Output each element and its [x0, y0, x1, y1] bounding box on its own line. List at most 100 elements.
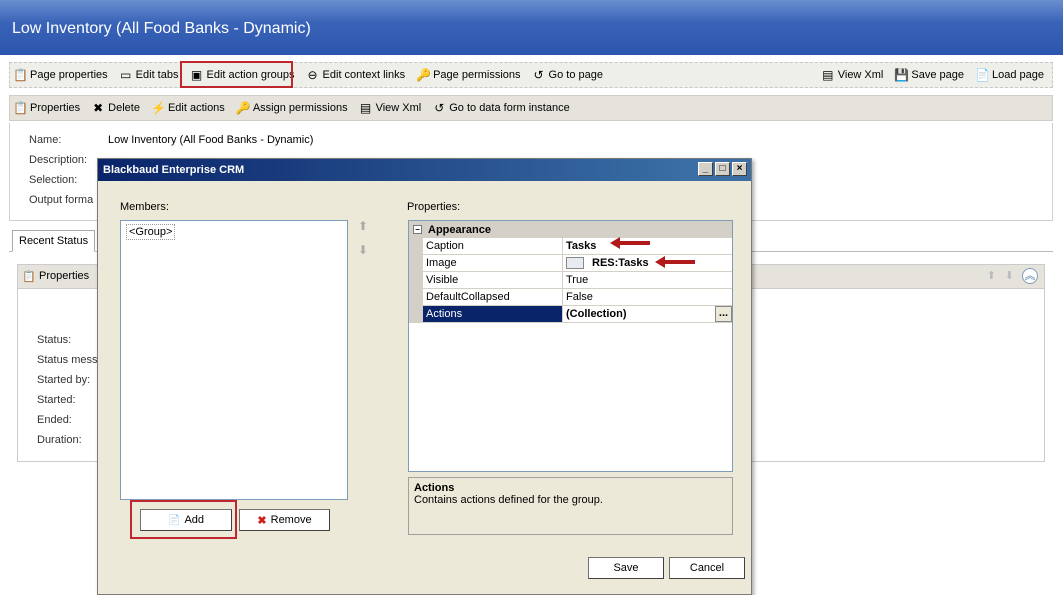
property-name: Actions — [423, 306, 563, 322]
dialog-title-bar: Blackbaud Enterprise CRM _ □ × — [98, 159, 751, 181]
move-down-icon[interactable]: ⬇ — [1005, 269, 1014, 282]
view-xml-form-button[interactable]: ▤ View Xml — [356, 98, 425, 118]
property-value[interactable]: False — [563, 289, 732, 305]
go-to-page-label: Go to page — [548, 69, 603, 81]
category-appearance[interactable]: − Appearance — [409, 221, 732, 238]
tabs-icon: ▭ — [120, 68, 132, 82]
output-format-label: Output forma — [29, 194, 94, 206]
maximize-icon[interactable]: □ — [715, 162, 730, 176]
properties-label: Properties — [30, 102, 81, 114]
lightning-icon: ⚡ — [150, 101, 166, 115]
edit-actions-button[interactable]: ⚡ Edit actions — [148, 98, 228, 118]
collapse-icon[interactable]: ︽ — [1022, 268, 1038, 284]
member-group-item[interactable]: <Group> — [126, 224, 176, 240]
property-value-text: Tasks — [566, 240, 597, 252]
delete-icon: ✖ — [93, 101, 104, 115]
remove-button[interactable]: ✖ Remove — [239, 509, 330, 531]
view-xml-form-label: View Xml — [375, 102, 422, 114]
delete-button[interactable]: ✖ Delete — [88, 98, 143, 118]
row-gutter — [409, 289, 423, 305]
save-button[interactable]: Save — [588, 557, 664, 579]
minimize-icon[interactable]: _ — [698, 162, 713, 176]
delete-label: Delete — [108, 102, 140, 114]
row-gutter — [409, 306, 423, 322]
image-arrow-icon — [655, 256, 695, 268]
property-name: Image — [423, 255, 563, 271]
property-help-panel: Actions Contains actions defined for the… — [408, 477, 733, 535]
go-icon: ↺ — [434, 101, 445, 115]
properties-label: Properties: — [407, 201, 461, 213]
add-button[interactable]: 📄 Add — [140, 509, 232, 531]
save-page-label: Save page — [911, 69, 964, 81]
property-value[interactable]: RES:Tasks — [563, 255, 732, 271]
members-list[interactable]: <Group> — [120, 220, 348, 500]
properties-button[interactable]: 📋 Properties — [10, 98, 83, 118]
permissions-icon: 🔑 — [416, 68, 432, 82]
link-icon: ⊖ — [307, 68, 318, 82]
move-up-icon[interactable]: ⬆ — [987, 269, 996, 282]
status-field-label: Status messa — [37, 354, 104, 366]
xml-icon: ▤ — [359, 101, 372, 115]
name-label: Name: — [29, 134, 62, 146]
page-toolbar: 📋 Page properties ▭ Edit tabs ▣ Edit action g… — [9, 62, 1053, 88]
lower-properties-button[interactable]: Properties — [39, 270, 89, 282]
permissions-icon: 🔑 — [235, 101, 251, 115]
view-xml-label: View Xml — [837, 69, 884, 81]
add-label: Add — [184, 514, 205, 526]
edit-context-links-label: Edit context links — [322, 69, 406, 81]
page-properties-button[interactable]: 📋 Page properties — [10, 65, 111, 85]
category-label: Appearance — [428, 223, 491, 236]
go-to-data-form-label: Go to data form instance — [449, 102, 570, 114]
go-to-page-button[interactable]: ↺ Go to page — [529, 65, 606, 85]
status-field-label: Ended: — [37, 414, 72, 426]
load-icon: 📄 — [975, 68, 990, 82]
properties-icon: 📋 — [13, 101, 28, 115]
assign-permissions-label: Assign permissions — [252, 102, 348, 114]
property-name: Visible — [423, 272, 563, 288]
name-value: Low Inventory (All Food Banks - Dynamic) — [108, 134, 314, 146]
tab-recent-status[interactable]: Recent Status — [12, 230, 96, 252]
cancel-button[interactable]: Cancel — [669, 557, 745, 579]
go-to-data-form-button[interactable]: ↺ Go to data form instance — [429, 98, 572, 118]
row-gutter — [409, 272, 423, 288]
property-row-defaultcollapsed[interactable]: DefaultCollapsed False — [409, 289, 732, 306]
move-down-arrow-icon[interactable]: ⬇ — [356, 243, 370, 257]
window-title-bar: Low Inventory (All Food Banks - Dynamic) — [0, 0, 1063, 55]
property-value-text: False — [566, 291, 593, 303]
property-row-actions[interactable]: Actions (Collection)... — [409, 306, 732, 323]
edit-tabs-button[interactable]: ▭ Edit tabs — [116, 65, 182, 85]
save-icon: 💾 — [894, 68, 910, 82]
edit-action-groups-highlight — [180, 61, 293, 88]
selection-label: Selection: — [29, 174, 78, 186]
page-properties-label: Page properties — [30, 69, 108, 81]
window-title: Low Inventory (All Food Banks - Dynamic) — [12, 20, 311, 37]
property-value[interactable]: True — [563, 272, 732, 288]
collapse-toggle-icon[interactable]: − — [413, 225, 422, 234]
edit-context-links-button[interactable]: ⊖ Edit context links — [303, 65, 409, 85]
edit-actions-label: Edit actions — [167, 102, 225, 114]
property-value-text: True — [566, 274, 589, 286]
property-row-caption[interactable]: Caption Tasks — [409, 238, 732, 255]
ellipsis-button[interactable]: ... — [715, 306, 732, 322]
row-gutter — [409, 255, 423, 271]
assign-permissions-button[interactable]: 🔑 Assign permissions — [233, 98, 351, 118]
remove-label: Remove — [270, 514, 312, 526]
xml-icon: ▤ — [822, 68, 834, 82]
property-name: Caption — [423, 238, 563, 254]
move-up-arrow-icon[interactable]: ⬆ — [356, 219, 370, 233]
help-text: Contains actions defined for the group. — [414, 494, 603, 506]
close-icon[interactable]: × — [732, 162, 747, 176]
view-xml-button[interactable]: ▤ View Xml — [818, 65, 887, 85]
property-value[interactable]: (Collection)... — [563, 306, 732, 322]
page-permissions-label: Page permissions — [433, 69, 521, 81]
property-row-visible[interactable]: Visible True — [409, 272, 732, 289]
status-field-label: Status: — [37, 334, 72, 346]
help-title: Actions — [414, 482, 455, 494]
action-group-dialog: Blackbaud Enterprise CRM _ □ × Members: … — [97, 158, 752, 595]
members-label: Members: — [120, 201, 169, 213]
page-permissions-button[interactable]: 🔑 Page permissions — [413, 65, 523, 85]
load-page-button[interactable]: 📄 Load page — [972, 65, 1047, 85]
status-field-label: Started: — [37, 394, 76, 406]
save-page-button[interactable]: 💾 Save page — [891, 65, 967, 85]
row-gutter — [409, 238, 423, 254]
